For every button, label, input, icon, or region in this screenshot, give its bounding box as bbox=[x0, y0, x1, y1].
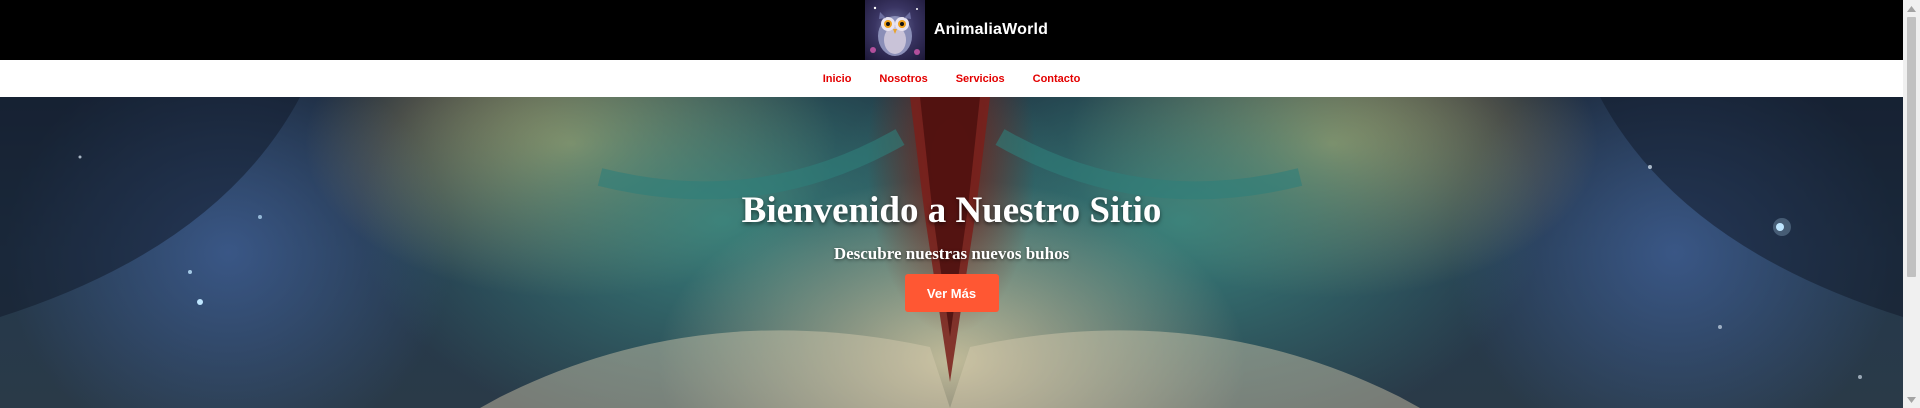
owl-logo-icon bbox=[864, 0, 925, 60]
nav-link-servicios[interactable]: Servicios bbox=[954, 69, 1007, 89]
main-nav: Inicio Nosotros Servicios Contacto bbox=[0, 60, 1903, 97]
hero-section: Bienvenido a Nuestro Sitio Descubre nues… bbox=[0, 97, 1903, 408]
hero-subtitle: Descubre nuestras nuevos buhos bbox=[833, 244, 1070, 263]
nav-link-nosotros[interactable]: Nosotros bbox=[877, 69, 929, 89]
vertical-scrollbar[interactable] bbox=[1903, 0, 1920, 408]
nav-link-inicio[interactable]: Inicio bbox=[821, 69, 854, 89]
nav-link-contacto[interactable]: Contacto bbox=[1031, 69, 1083, 89]
top-header: AnimaliaWorld bbox=[0, 0, 1903, 60]
ver-mas-button[interactable]: Ver Más bbox=[904, 274, 999, 312]
arrow-up-icon[interactable] bbox=[1903, 0, 1920, 17]
page: AnimaliaWorld Inicio Nosotros Servicios … bbox=[0, 0, 1903, 408]
arrow-down-icon[interactable] bbox=[1903, 391, 1920, 408]
hero-content: Bienvenido a Nuestro Sitio Descubre nues… bbox=[0, 97, 1903, 408]
brand-name: AnimaliaWorld bbox=[933, 21, 1049, 38]
scrollbar-thumb[interactable] bbox=[1907, 17, 1916, 277]
brand[interactable]: AnimaliaWorld bbox=[864, 0, 1049, 60]
hero-title: Bienvenido a Nuestro Sitio bbox=[741, 190, 1162, 231]
